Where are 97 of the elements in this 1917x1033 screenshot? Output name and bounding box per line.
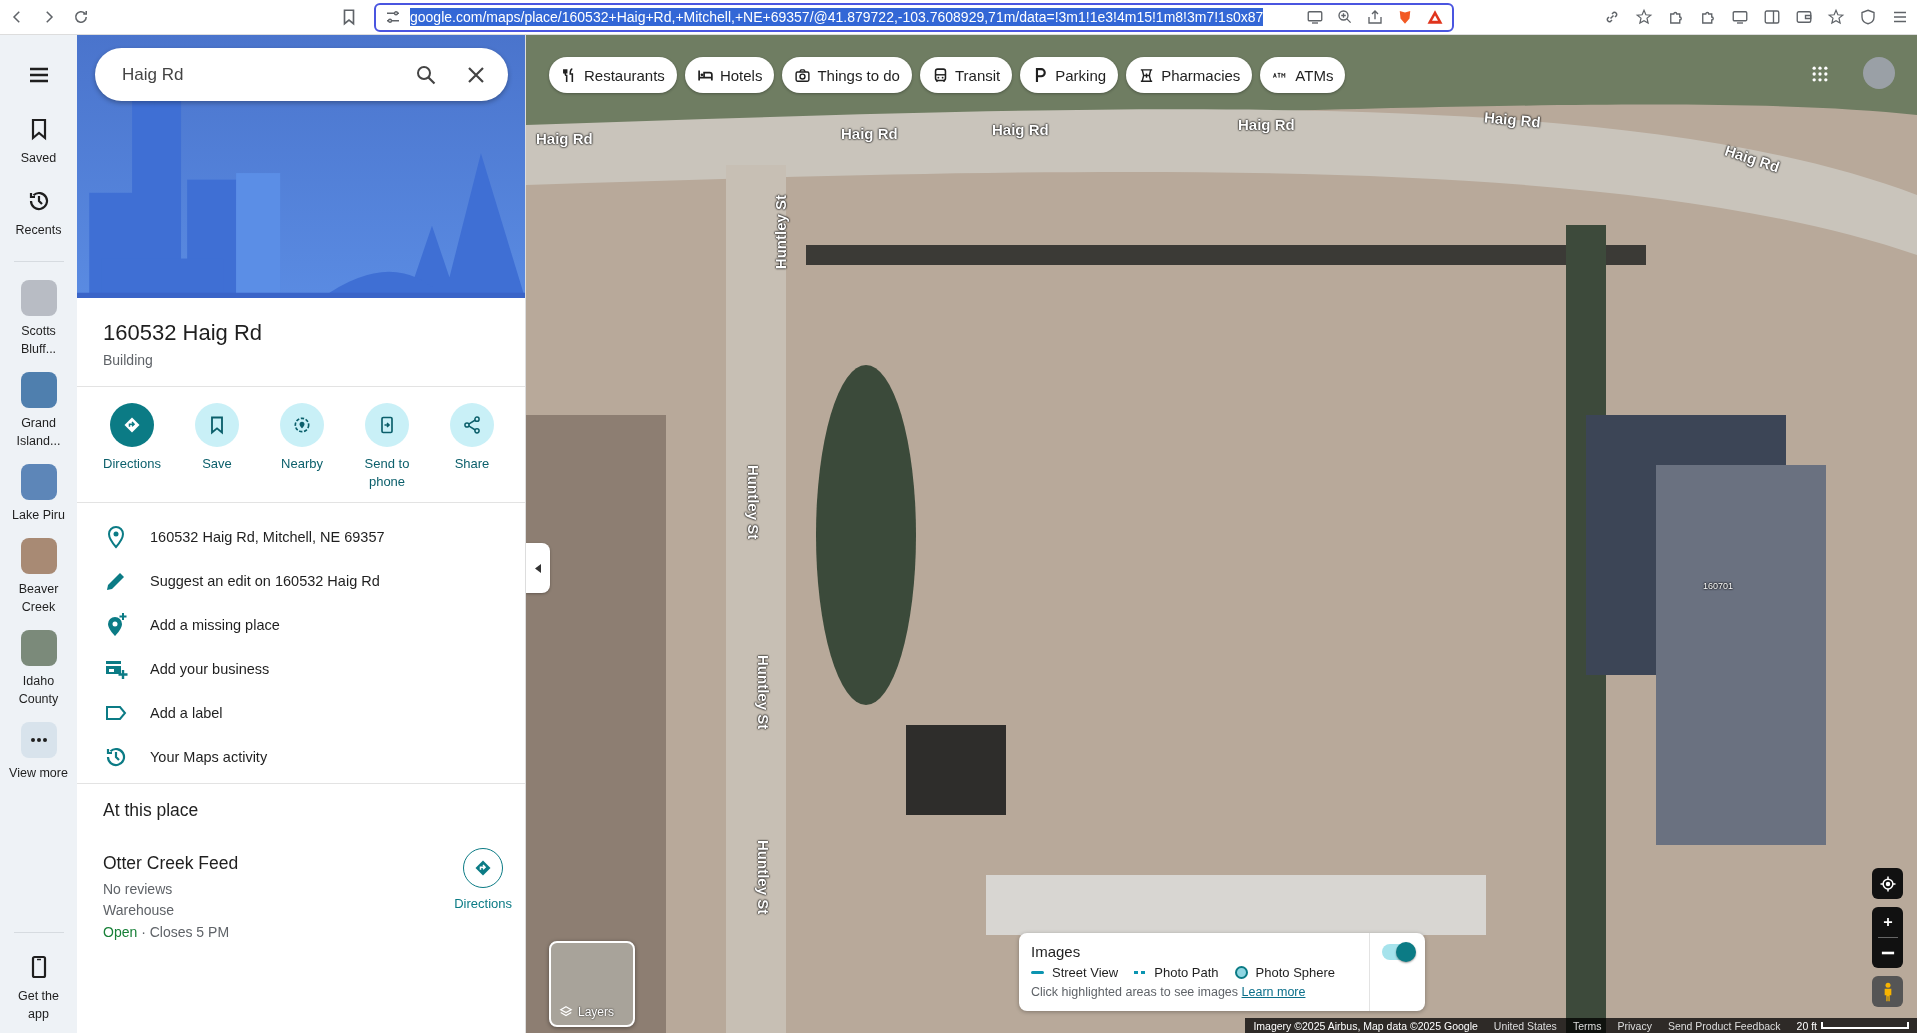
place-thumbnail bbox=[20, 630, 57, 666]
shield-icon[interactable] bbox=[1859, 8, 1877, 26]
rail-item[interactable]: Recents bbox=[3, 179, 74, 249]
wallet-icon[interactable] bbox=[1795, 8, 1813, 26]
business-category: Warehouse bbox=[103, 902, 176, 918]
open-status: Open bbox=[103, 924, 138, 940]
info-row[interactable]: 160532 Haig Rd, Mitchell, NE 69357 bbox=[77, 515, 525, 559]
footer-link[interactable]: Privacy bbox=[1617, 1019, 1652, 1032]
footer-link[interactable]: Terms bbox=[1572, 1019, 1602, 1032]
category-chip[interactable]: ATMs bbox=[1260, 57, 1346, 93]
collapse-panel-button[interactable] bbox=[526, 543, 550, 593]
road-label: Haig Rd bbox=[992, 121, 1049, 138]
rail-item[interactable]: Beaver Creek bbox=[3, 532, 74, 622]
legend-label: Photo Path bbox=[1154, 965, 1219, 980]
rail-item[interactable]: Grand Island... bbox=[3, 366, 74, 456]
more-icon bbox=[29, 737, 48, 743]
road-label: Haig Rd bbox=[841, 125, 898, 142]
attribution-text: Imagery ©2025 Airbus, Map data ©2025 Google bbox=[1253, 1019, 1478, 1032]
category-chip[interactable]: Pharmacies bbox=[1126, 57, 1253, 93]
sidebar-icon[interactable] bbox=[1763, 8, 1781, 26]
road-label: Haig Rd bbox=[1238, 116, 1295, 133]
road-label: Huntley St bbox=[772, 195, 789, 270]
cast-icon[interactable] bbox=[1306, 8, 1324, 26]
footer-link[interactable]: Send Product Feedback bbox=[1667, 1019, 1781, 1032]
search-bar[interactable]: Haig Rd bbox=[95, 48, 508, 101]
history-icon bbox=[104, 745, 128, 769]
star-icon[interactable] bbox=[1635, 8, 1653, 26]
share-icon[interactable] bbox=[1366, 8, 1384, 26]
section-heading: At this place bbox=[103, 800, 200, 821]
share-icon bbox=[462, 415, 482, 435]
card-title: Images bbox=[1031, 943, 1082, 960]
address-bar[interactable]: google.com/maps/place/160532+Haig+Rd,+Mitchell,+NE+69357/@41.879722,-103.7608929,71m/data=!3m1!1e3!4m15!1m8!3m7!1s0x87 bbox=[374, 2, 1454, 32]
category-chip[interactable]: Hotels bbox=[684, 57, 775, 93]
place-thumbnail bbox=[20, 538, 57, 574]
nearby-icon bbox=[292, 415, 312, 435]
closing-time: · Closes 5 PM bbox=[140, 924, 230, 940]
url-text: google.com/maps/place/160532+Haig+Rd,+Mitchell,+NE+69357/@41.879722,-103.7608929,71m/data=!3m1!1e3!4m15!1m8!3m7!1s0x87 bbox=[410, 8, 1264, 26]
zoom-icon[interactable] bbox=[1336, 8, 1354, 26]
action-button[interactable]: Nearby bbox=[267, 403, 337, 492]
road-label: Haig Rd bbox=[536, 130, 593, 147]
road-label: Huntley St bbox=[745, 465, 762, 540]
rail-item[interactable]: Saved bbox=[3, 107, 74, 177]
triangle-icon[interactable] bbox=[1426, 8, 1444, 26]
place-category: Building bbox=[103, 352, 154, 368]
category-chip[interactable]: Parking bbox=[1020, 57, 1119, 93]
my-location-button[interactable] bbox=[1872, 868, 1903, 899]
get-app-button[interactable]: Get the app bbox=[3, 945, 74, 1033]
action-button[interactable]: Share bbox=[437, 403, 507, 492]
action-button[interactable]: Directions bbox=[97, 403, 167, 492]
apps-grid-icon bbox=[1810, 64, 1830, 84]
place-thumbnail bbox=[20, 464, 57, 500]
info-row[interactable]: Add a missing place bbox=[77, 603, 525, 647]
road-label: Haig Rd bbox=[1722, 141, 1782, 176]
category-chip[interactable]: Things to do bbox=[782, 57, 912, 93]
category-chip[interactable]: Restaurants bbox=[549, 57, 677, 93]
search-field[interactable]: Haig Rd bbox=[120, 63, 394, 86]
street-view-button[interactable] bbox=[1872, 976, 1903, 1007]
rail-item[interactable]: Idaho County bbox=[3, 624, 74, 714]
camera-icon bbox=[794, 66, 812, 84]
star-icon[interactable] bbox=[1827, 8, 1845, 26]
address-number: 160701 bbox=[1703, 581, 1734, 591]
directions-icon bbox=[122, 415, 142, 435]
info-row[interactable]: Add your business bbox=[77, 647, 525, 691]
hint-text: Click highlighted areas to see images bbox=[1031, 985, 1240, 999]
footer-link[interactable]: United States bbox=[1493, 1019, 1557, 1032]
zoom-out-icon bbox=[1880, 951, 1895, 955]
legend-label: Street View bbox=[1052, 965, 1119, 980]
action-button[interactable]: Save bbox=[182, 403, 252, 492]
road-label: Huntley St bbox=[755, 655, 772, 730]
directions-button[interactable]: Directions bbox=[454, 848, 512, 911]
rail-item[interactable]: View more bbox=[3, 716, 74, 788]
line-icon bbox=[1031, 971, 1044, 974]
caret-icon bbox=[535, 563, 541, 573]
road-label: Haig Rd bbox=[1483, 108, 1542, 131]
my-location-icon bbox=[1878, 874, 1897, 893]
reload-icon[interactable] bbox=[72, 8, 90, 26]
cast-icon[interactable] bbox=[1731, 8, 1749, 26]
action-button[interactable]: Send to phone bbox=[352, 403, 422, 492]
place-thumbnail bbox=[20, 372, 57, 408]
scale-label: 20 ft bbox=[1796, 1019, 1817, 1032]
images-toggle[interactable] bbox=[1381, 944, 1414, 960]
info-row[interactable]: Your Maps activity bbox=[77, 735, 525, 779]
learn-more-link[interactable]: Learn more bbox=[1241, 985, 1306, 999]
rail-item[interactable]: Scotts Bluff... bbox=[3, 274, 74, 364]
category-chip[interactable]: Transit bbox=[919, 57, 1013, 93]
circle-icon bbox=[1234, 966, 1248, 979]
layers-icon bbox=[559, 1005, 573, 1019]
place-thumbnail bbox=[20, 280, 57, 316]
rail-item[interactable]: Lake Piru bbox=[3, 458, 74, 530]
info-row[interactable]: Suggest an edit on 160532 Haig Rd bbox=[77, 559, 525, 603]
review-count: No reviews bbox=[103, 881, 174, 897]
tune-icon[interactable] bbox=[384, 8, 402, 26]
info-row[interactable]: Add a label bbox=[77, 691, 525, 735]
road-label: Huntley St bbox=[755, 840, 772, 915]
legend-label: Photo Sphere bbox=[1255, 965, 1336, 980]
place-title: 160532 Haig Rd bbox=[103, 320, 263, 346]
business-name[interactable]: Otter Creek Feed bbox=[103, 853, 239, 874]
